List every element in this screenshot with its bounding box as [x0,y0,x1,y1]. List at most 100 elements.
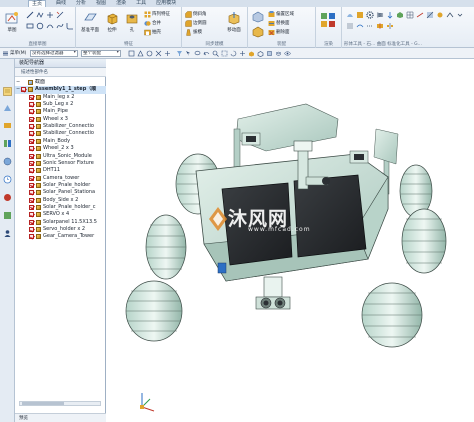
visibility-checkbox[interactable] [29,168,34,174]
rotate-icon[interactable] [230,50,237,57]
modeling-icon[interactable] [396,11,404,19]
visibility-checkbox[interactable] [29,160,34,166]
tree-item[interactable]: Gear_Camera_Tower [15,233,106,240]
sew-icon[interactable] [366,22,374,30]
horizontal-scrollbar[interactable] [19,401,101,406]
system-materials-icon[interactable] [3,193,12,202]
polyline-icon[interactable] [36,11,44,19]
assembly-navigator-icon[interactable] [3,87,12,96]
sheet-metal-icon[interactable] [446,11,454,19]
undo-icon[interactable] [203,50,210,57]
tree-item[interactable]: Solar_Pnale_holder [15,182,106,189]
pattern-feature-button[interactable]: 阵列特征 [144,10,170,18]
fillet-curve-icon[interactable] [66,22,74,30]
chamfer-button[interactable]: 倒斜角 [185,10,207,18]
snap-intersection-icon[interactable] [155,50,162,57]
tree-item[interactable]: Main_Pipe [15,108,106,115]
measure-icon[interactable] [416,11,424,19]
visibility-checkbox[interactable] [29,116,34,122]
circle-icon[interactable] [36,22,44,30]
tree-item[interactable]: Wheel x 3 [15,116,106,123]
tree-item[interactable]: Servo_holder x 2 [15,226,106,233]
hole-button[interactable]: 孔 [122,10,142,38]
arc-icon[interactable] [46,22,54,30]
rover-3d-model[interactable] [106,59,474,422]
shell-button[interactable]: 抽壳 [144,28,161,36]
constraint-icon[interactable] [252,26,264,38]
tree-item[interactable]: Body_Side x 2 [15,197,106,204]
offset-surface-icon[interactable] [356,22,364,30]
draft-button[interactable]: 拔模 [185,28,202,36]
part-navigator-icon[interactable] [3,121,12,130]
tree-item[interactable]: Ultra_Sonic_Module [15,153,106,160]
replace-face-button[interactable]: 替换面 [268,19,290,27]
visibility-checkbox[interactable] [21,87,26,93]
snap-quadrant-icon[interactable] [164,50,171,57]
surface-icon[interactable] [346,11,354,19]
wheel-front-left-upper[interactable] [145,214,187,280]
wireframe-icon[interactable] [257,50,264,57]
shaded-icon[interactable] [248,50,255,57]
tree-item[interactable]: Solar_Pnale_holder_c [15,204,106,211]
thread-icon[interactable] [346,22,354,30]
dht11-sensor[interactable] [217,262,227,274]
tree-item[interactable]: Stabilizer_Connectio [15,123,106,130]
visibility-checkbox[interactable] [29,234,34,240]
visibility-checkbox[interactable] [29,227,34,232]
visibility-checkbox[interactable] [29,204,34,210]
tree-item[interactable]: Solar_Panel_Stationa [15,189,106,196]
tree-item[interactable]: Stabilizer_Connectio [15,130,106,137]
history-icon[interactable] [3,175,12,184]
extrude-button[interactable]: 拉伸 [102,10,122,38]
tab-curve[interactable]: 曲线 [56,0,66,7]
menu-button[interactable]: 菜单(M) [10,50,26,57]
visibility-checkbox[interactable] [29,102,34,108]
expand-toggle-icon[interactable]: − [16,79,20,86]
tab-analysis[interactable]: 分析 [76,0,86,7]
tree-item[interactable]: DHT11 [15,167,106,174]
unite-button[interactable]: 合并 [144,19,161,27]
point-icon[interactable] [46,11,54,19]
visibility-checkbox[interactable] [29,190,34,196]
assembly-scope-dropdown[interactable]: 整个装配 [81,50,121,57]
tree-item[interactable]: Wheel_2 x 3 [15,145,106,152]
snap-midpoint-icon[interactable] [137,50,144,57]
tree-item[interactable]: Camera_tower [15,175,106,182]
selection-filter-dropdown[interactable]: 没有选择过滤器 [30,50,78,57]
visibility-checkbox[interactable] [29,197,34,203]
line-icon[interactable] [26,11,34,19]
pan-icon[interactable] [239,50,246,57]
offset-region-button[interactable]: 偏置区域 [268,10,294,18]
tree-item[interactable]: Main_Body [15,138,106,145]
orient-view-icon[interactable] [266,50,273,57]
wheel-right-middle[interactable] [401,208,447,274]
lasso-icon[interactable] [194,50,201,57]
reuse-library-icon[interactable] [3,139,12,148]
spline-icon[interactable] [56,22,64,30]
wheel-front-left-lower[interactable] [125,280,183,342]
snap-endpoint-icon[interactable] [128,50,135,57]
servo-left[interactable] [241,132,261,146]
tree-item[interactable]: − 截面 [15,79,106,86]
visibility-checkbox[interactable] [29,109,34,115]
tree-item[interactable]: Main_leg x 2 [15,94,106,101]
fit-icon[interactable] [221,50,228,57]
delete-face-button[interactable]: 删除面 [268,28,290,36]
tab-tools[interactable]: 工具 [136,0,146,7]
constraint-navigator-icon[interactable] [3,104,12,113]
ultrasonic-sensor[interactable] [255,276,291,310]
tab-render[interactable]: 渲染 [116,0,126,7]
preview-section[interactable]: 预览 [15,413,106,422]
section-icon[interactable] [426,11,434,19]
move-face-button[interactable]: 移动面 [224,10,244,38]
edge-blend-button[interactable]: 边倒圆 [185,19,207,27]
tree-root-assembly[interactable]: − Assembly1_1_step（顺 [15,86,106,94]
visibility-checkbox[interactable] [29,219,34,225]
show-hide-icon[interactable] [284,50,291,57]
visibility-checkbox[interactable] [29,153,34,159]
tree-item[interactable]: SERVO x 4 [15,211,106,218]
mirror-icon[interactable] [386,22,394,30]
spring-icon[interactable] [376,11,384,19]
render-icon[interactable] [320,12,336,28]
trim-body-icon[interactable] [376,22,384,30]
